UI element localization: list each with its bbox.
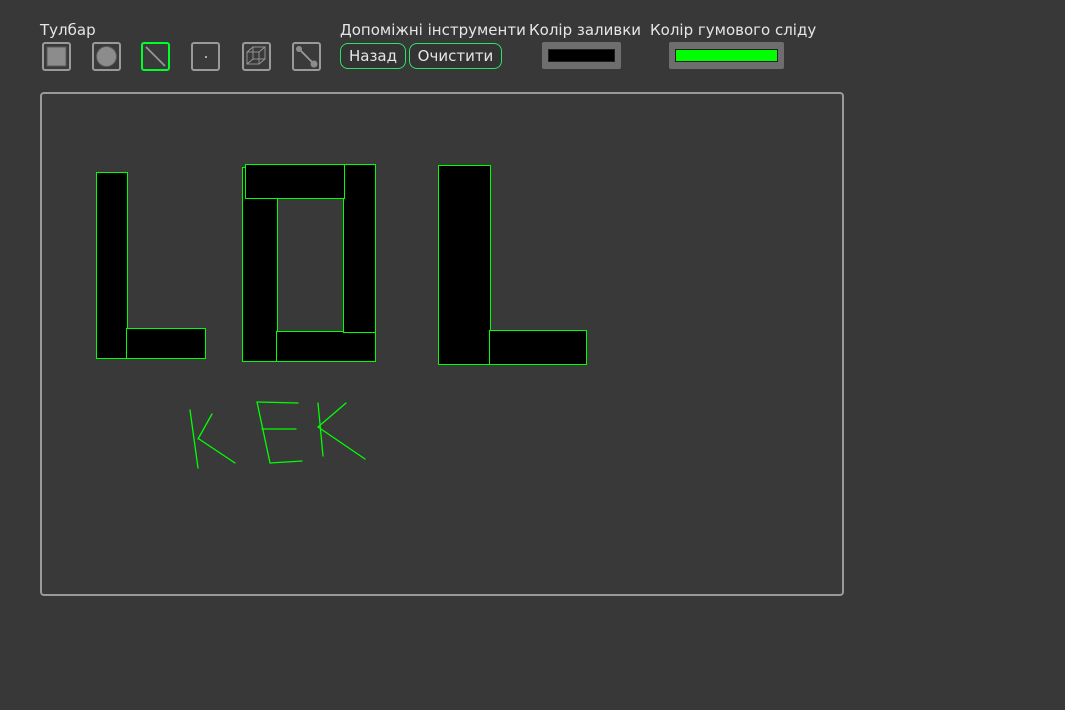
cube-icon — [246, 46, 266, 65]
ellipse-icon — [96, 46, 117, 67]
line-tool-button[interactable] — [141, 42, 170, 71]
segment-tool-button[interactable] — [292, 42, 321, 71]
rectangle-tool-button[interactable] — [42, 42, 71, 71]
drawn-line — [256, 401, 271, 464]
canvas-drawing — [96, 164, 587, 469]
segment-with-endpoints-icon — [296, 46, 318, 68]
clear-button[interactable]: Очистити — [409, 43, 502, 69]
helpers-label: Допоміжні інструменти — [340, 21, 526, 39]
fill-color-swatch[interactable] — [542, 42, 621, 69]
fill-color-label: Колір заливки — [529, 21, 642, 39]
fill-color-value — [548, 49, 615, 62]
drawn-line — [317, 402, 347, 428]
drawn-rectangle — [96, 172, 128, 359]
back-button[interactable]: Назад — [340, 43, 406, 69]
drawn-line — [197, 413, 213, 440]
toolbar-label: Тулбар — [40, 21, 96, 39]
drawn-line — [269, 460, 303, 464]
rubber-color-swatch[interactable] — [669, 42, 784, 69]
drawing-canvas[interactable] — [40, 92, 844, 596]
drawn-rectangle — [489, 330, 587, 365]
cube-tool-button[interactable] — [242, 42, 271, 71]
rectangle-icon — [46, 46, 67, 67]
drawn-rectangle — [126, 328, 206, 359]
rubber-color-label: Колір гумового сліду — [650, 21, 817, 39]
line-icon — [145, 46, 166, 67]
drawn-line — [189, 409, 199, 469]
drawn-rectangle — [245, 164, 345, 199]
drawn-line — [198, 438, 236, 464]
rubber-color-value — [675, 49, 778, 62]
ellipse-tool-button[interactable] — [92, 42, 121, 71]
drawn-rectangle — [343, 164, 376, 333]
point-tool-button[interactable] — [191, 42, 220, 71]
drawn-rectangle — [438, 165, 491, 365]
drawn-line — [256, 401, 299, 404]
drawn-rectangle — [276, 331, 376, 362]
drawn-line — [317, 426, 366, 460]
point-icon — [205, 56, 207, 58]
